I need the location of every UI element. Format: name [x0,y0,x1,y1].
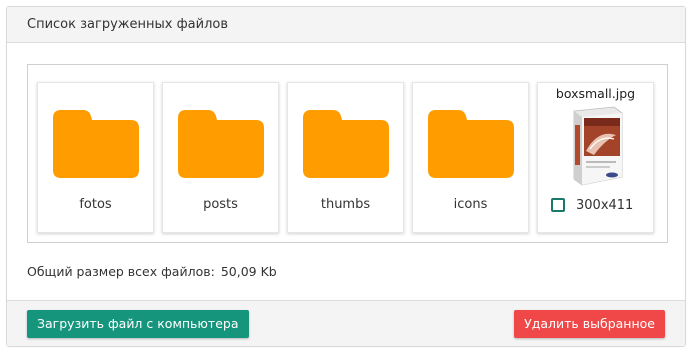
folder-icon [53,110,139,178]
folder-item-thumbs[interactable]: thumbs [287,82,404,233]
total-size: Общий размер всех файлов: 50,09 Kb [27,264,277,279]
folder-label: icons [453,197,488,212]
image-item[interactable]: boxsmall.jpg 300x411 [537,82,654,233]
image-dimensions: 300x411 [576,198,634,213]
file-list: fotos posts thumbs icons boxsmall.jpg 30… [27,64,668,243]
folder-icon [428,110,514,178]
folder-icon [303,110,389,178]
folder-label: posts [203,197,238,212]
panel-header: Список загруженных файлов [7,7,685,43]
image-thumbnail[interactable] [564,105,628,187]
panel-footer: Загрузить файл с компьютера Удалить выбр… [7,300,685,346]
file-manager-panel: Список загруженных файлов fotos posts th… [6,6,686,347]
folder-item-fotos[interactable]: fotos [37,82,154,233]
folder-icon [178,110,264,178]
folder-item-icons[interactable]: icons [412,82,529,233]
total-size-label: Общий размер всех файлов: [27,264,215,279]
folder-label: fotos [79,197,112,212]
panel-title: Список загруженных файлов [27,17,229,32]
image-filename: boxsmall.jpg [555,86,636,101]
delete-selected-button[interactable]: Удалить выбранное [514,310,665,338]
folder-item-posts[interactable]: posts [162,82,279,233]
folder-label: thumbs [320,197,371,212]
total-size-value: 50,09 Kb [220,264,277,279]
upload-button[interactable]: Загрузить файл с компьютера [27,310,249,338]
select-checkbox[interactable] [551,198,565,212]
